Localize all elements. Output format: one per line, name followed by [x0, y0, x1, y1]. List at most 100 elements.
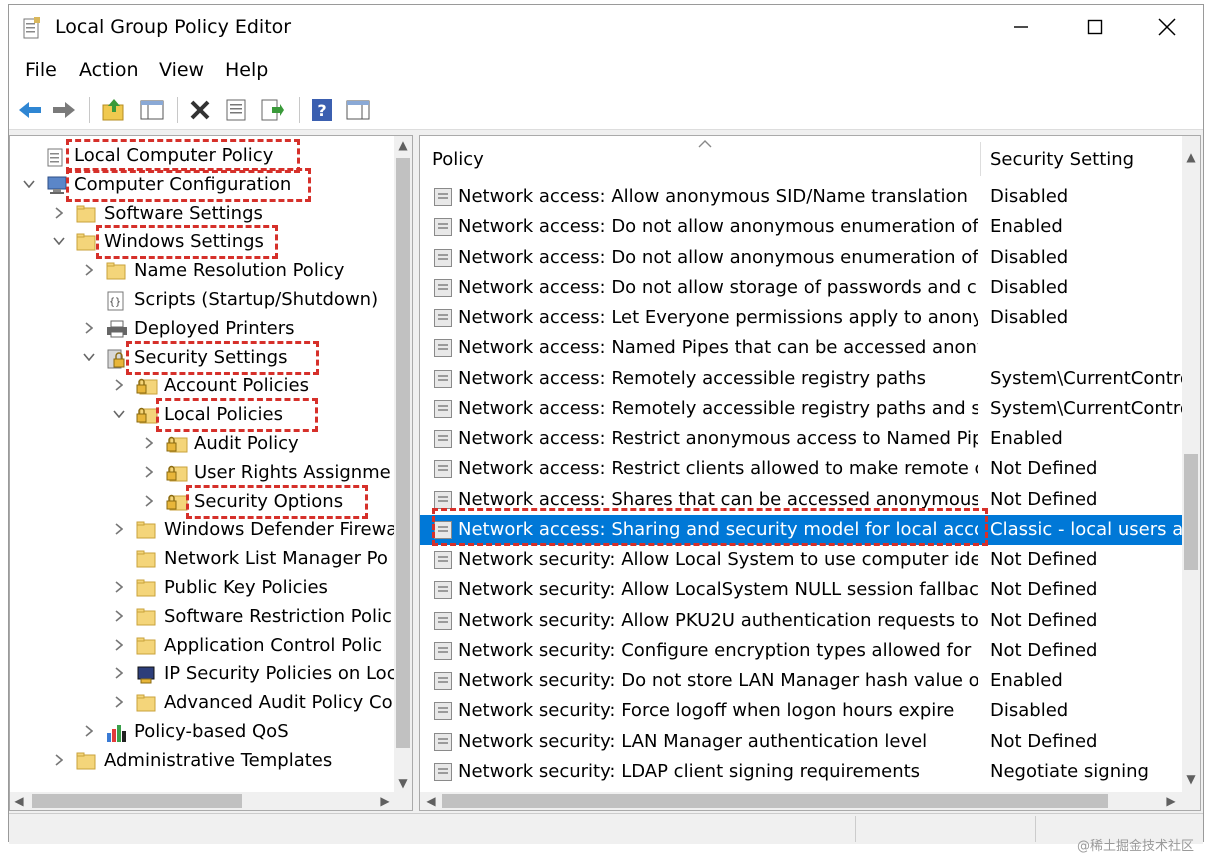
policy-security-setting: System\CurrentContro [990, 397, 1186, 419]
policy-security-setting: Disabled [990, 276, 1069, 298]
collapse-chevron-icon[interactable] [52, 234, 66, 248]
scroll-down-arrow-icon[interactable]: ▼ [394, 774, 412, 792]
expand-chevron-icon[interactable] [112, 695, 126, 709]
policy-row[interactable]: Network access: Allow anonymous SID/Name… [420, 182, 1184, 212]
expand-chevron-icon[interactable] [142, 494, 156, 508]
highlight-box [156, 398, 318, 433]
policy-row[interactable]: Network access: Let Everyone permissions… [420, 303, 1184, 333]
policy-list[interactable]: Policy Security Setting Network access: … [419, 135, 1201, 811]
tree-item[interactable]: Windows Settings [10, 225, 394, 260]
collapse-chevron-icon[interactable] [22, 177, 36, 191]
tree-item[interactable]: Local Policies [10, 398, 394, 433]
scroll-up-arrow-icon[interactable]: ▲ [394, 136, 412, 154]
console-tree[interactable]: Local Computer Policy Computer Configurat… [9, 135, 413, 811]
expand-chevron-icon[interactable] [112, 638, 126, 652]
policy-row[interactable]: Network security: LDAP client signing re… [420, 757, 1184, 787]
scroll-left-arrow-icon[interactable]: ◀ [10, 792, 28, 810]
menu-help[interactable]: Help [225, 59, 268, 81]
policy-row[interactable]: Network access: Do not allow anonymous e… [420, 212, 1184, 242]
show-hide-tree-button[interactable] [139, 97, 165, 123]
tree-item[interactable]: Policy-based QoS [10, 718, 394, 747]
export-list-button[interactable] [259, 97, 285, 123]
policy-row[interactable]: Network security: Allow PKU2U authentica… [420, 606, 1184, 636]
help-button[interactable]: ? [309, 97, 335, 123]
collapse-chevron-icon[interactable] [112, 407, 126, 421]
tree-item[interactable]: Network List Manager Po [10, 545, 394, 574]
policy-row[interactable]: Network access: Named Pipes that can be … [420, 333, 1184, 363]
collapse-chevron-icon[interactable] [82, 350, 96, 364]
policy-row[interactable]: Network security: Configure encryption t… [420, 636, 1184, 666]
list-horizontal-scrollbar[interactable]: ◀ ▶ [420, 792, 1200, 810]
policy-row[interactable]: Network security: Force logoff when logo… [420, 696, 1184, 726]
tree-item[interactable]: Advanced Audit Policy Co [10, 689, 394, 718]
forward-button[interactable] [51, 97, 77, 123]
policy-row[interactable]: Network security: Allow Local System to … [420, 545, 1184, 575]
tree-horizontal-scrollbar[interactable]: ◀ ▶ [10, 792, 412, 810]
menu-file[interactable]: File [25, 59, 57, 81]
tree-item[interactable]: Account Policies [10, 372, 394, 401]
scroll-right-arrow-icon[interactable]: ▶ [1162, 792, 1180, 810]
policy-row[interactable]: Network security: Do not store LAN Manag… [420, 666, 1184, 696]
expand-chevron-icon[interactable] [52, 753, 66, 767]
scroll-up-arrow-icon[interactable]: ▲ [1182, 148, 1200, 166]
tree-vertical-scrollbar[interactable]: ▲ ▼ [394, 136, 412, 792]
expand-chevron-icon[interactable] [82, 263, 96, 277]
expand-chevron-icon[interactable] [112, 609, 126, 623]
expand-chevron-icon[interactable] [112, 522, 126, 536]
tree-item[interactable]: Security Settings [10, 340, 394, 375]
policy-row[interactable]: Network security: Allow LocalSystem NULL… [420, 575, 1184, 605]
minimize-button[interactable] [985, 5, 1057, 49]
maximize-button[interactable] [1059, 5, 1131, 49]
tree-item[interactable]: Public Key Policies [10, 574, 394, 603]
policy-row[interactable]: Network access: Do not allow storage of … [420, 273, 1184, 303]
tree-item[interactable]: Name Resolution Policy [10, 257, 394, 286]
tree-item[interactable]: Security Options [10, 484, 394, 519]
expand-chevron-icon[interactable] [112, 580, 126, 594]
policy-name: Network access: Restrict clients allowed… [458, 458, 978, 480]
policy-row[interactable]: Network access: Restrict anonymous acces… [420, 424, 1184, 454]
scroll-down-arrow-icon[interactable]: ▼ [1182, 770, 1200, 788]
up-folder-button[interactable] [101, 97, 127, 123]
policy-row[interactable]: Network access: Remotely accessible regi… [420, 394, 1186, 424]
tree-item[interactable]: Administrative Templates [10, 747, 394, 776]
expand-chevron-icon[interactable] [82, 321, 96, 335]
expand-chevron-icon[interactable] [52, 206, 66, 220]
tree-item[interactable]: Windows Defender Firewa [10, 516, 397, 545]
tree-item[interactable]: Computer Configuration [10, 167, 394, 202]
tree-item[interactable]: User Rights Assignme [10, 459, 394, 488]
tree-item[interactable]: Audit Policy [10, 430, 394, 459]
policy-row[interactable]: Network security: LAN Manager authentica… [420, 727, 1184, 757]
column-header-security-setting[interactable]: Security Setting [990, 136, 1180, 182]
list-vscroll-thumb[interactable] [1184, 454, 1198, 570]
tree-item[interactable]: {} Scripts (Startup/Shutdown) [10, 286, 394, 315]
tree-item-label: Application Control Polic [164, 634, 383, 656]
tree-item[interactable]: Local Computer Policy [10, 139, 394, 173]
tree-vscroll-thumb[interactable] [396, 158, 410, 748]
list-hscroll-thumb[interactable] [442, 794, 1108, 808]
policy-name: Network access: Allow anonymous SID/Name… [458, 186, 968, 207]
scroll-left-arrow-icon[interactable]: ◀ [422, 792, 440, 810]
expand-chevron-icon[interactable] [142, 465, 156, 479]
tree-hscroll-thumb[interactable] [32, 794, 242, 808]
back-button[interactable] [17, 97, 43, 123]
tree-item[interactable]: Software Settings [10, 200, 394, 229]
list-vertical-scrollbar[interactable]: ▲ ▼ [1182, 136, 1200, 792]
tree-item[interactable]: Deployed Printers [10, 315, 394, 344]
console-button[interactable] [345, 97, 371, 123]
tree-item[interactable]: IP Security Policies on Loc [10, 660, 397, 689]
scroll-right-arrow-icon[interactable]: ▶ [376, 792, 394, 810]
expand-chevron-icon[interactable] [142, 436, 156, 450]
expand-chevron-icon[interactable] [82, 724, 96, 738]
expand-chevron-icon[interactable] [112, 666, 126, 680]
properties-button[interactable] [223, 97, 249, 123]
expand-chevron-icon[interactable] [112, 378, 126, 392]
tree-item[interactable]: Software Restriction Polic [10, 603, 394, 632]
policy-row[interactable]: Network access: Do not allow anonymous e… [420, 243, 1184, 273]
close-button[interactable] [1131, 5, 1203, 49]
delete-button[interactable] [187, 97, 213, 123]
policy-row[interactable]: Network access: Restrict clients allowed… [420, 454, 1184, 484]
menu-action[interactable]: Action [79, 59, 139, 81]
tree-item[interactable]: Application Control Polic [10, 632, 394, 661]
menu-view[interactable]: View [159, 59, 204, 81]
policy-row[interactable]: Network access: Remotely accessible regi… [420, 364, 1186, 394]
